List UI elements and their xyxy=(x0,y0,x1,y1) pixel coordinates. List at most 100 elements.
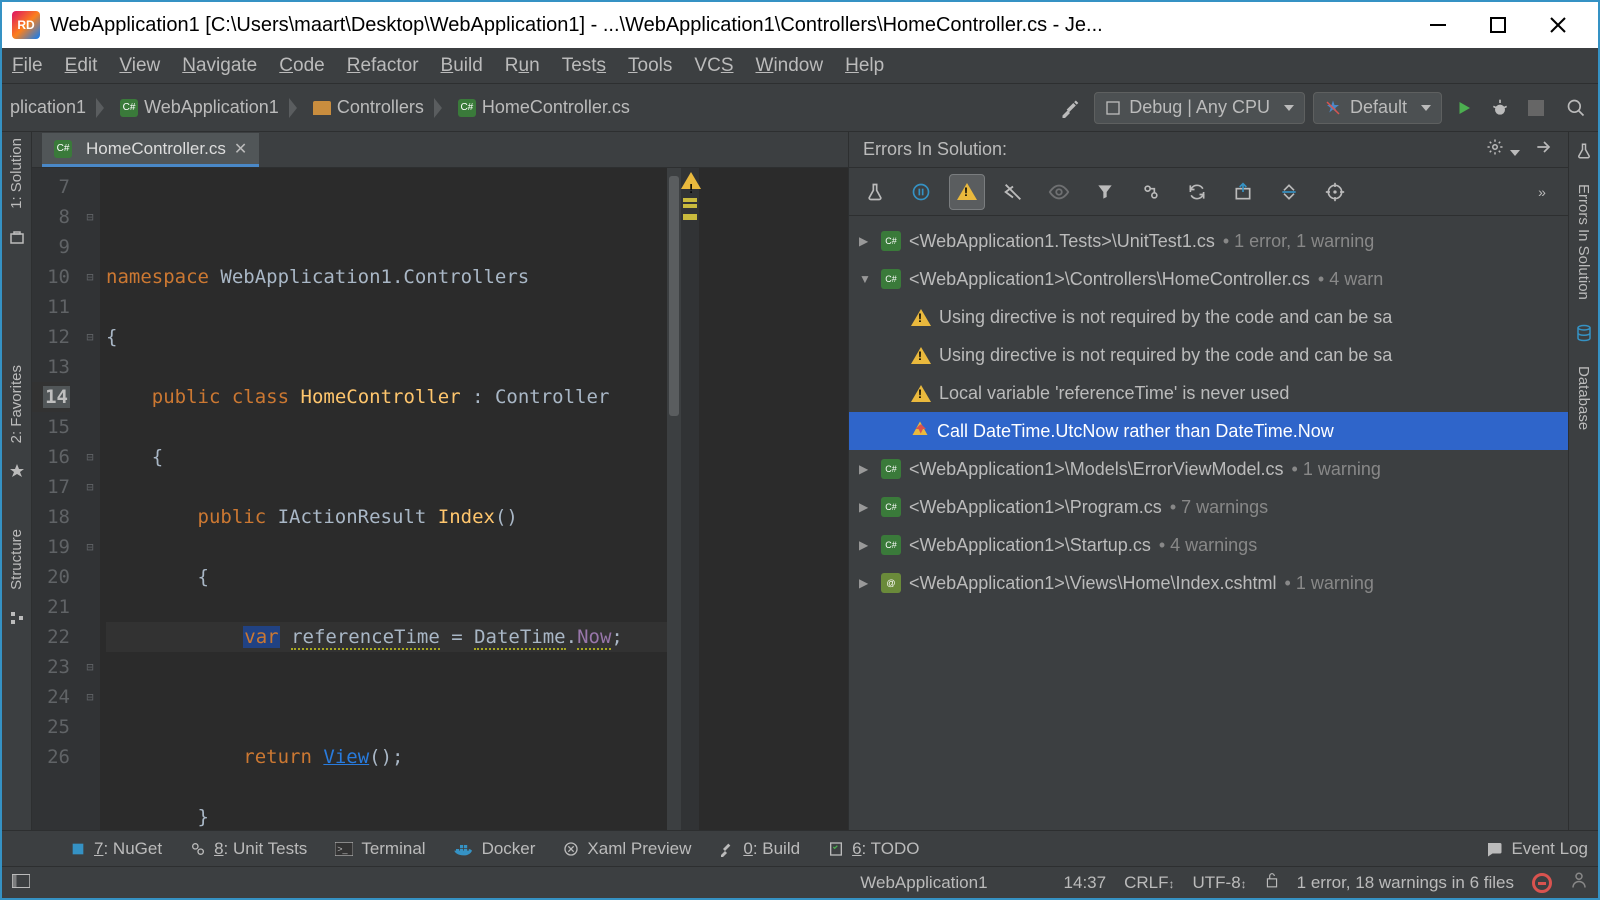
tab-homecontroller[interactable]: C# HomeController.cs ✕ xyxy=(42,133,259,167)
close-button[interactable] xyxy=(1548,15,1568,35)
tool-structure[interactable]: Structure xyxy=(8,529,25,590)
tool-favorites[interactable]: 2: Favorites xyxy=(8,365,25,443)
window-title: WebApplication1 [C:\Users\maart\Desktop\… xyxy=(50,14,1428,37)
tree-file-row[interactable]: ▶C#<WebApplication1.Tests>\UnitTest1.cs … xyxy=(849,222,1568,260)
tab-label: HomeController.cs xyxy=(86,139,226,159)
tool-unit-tests[interactable]: 8: Unit Tests xyxy=(190,839,307,859)
build-config-dropdown[interactable]: Debug | Any CPU xyxy=(1094,92,1305,124)
tool-xaml[interactable]: Xaml Preview xyxy=(563,839,691,859)
errors-panel-header: Errors In Solution: xyxy=(849,132,1568,168)
menu-tools[interactable]: Tools xyxy=(628,55,672,77)
tool-docker[interactable]: Docker xyxy=(454,839,536,859)
stop-button[interactable] xyxy=(1526,98,1546,118)
tree-file-row[interactable]: ▶@<WebApplication1>\Views\Home\Index.csh… xyxy=(849,564,1568,602)
database-icon[interactable] xyxy=(1575,324,1593,342)
errors-tree[interactable]: ▶C#<WebApplication1.Tests>\UnitTest1.cs … xyxy=(849,216,1568,830)
tree-file-row[interactable]: ▶C#<WebApplication1>\Program.cs • 7 warn… xyxy=(849,488,1568,526)
tool-database[interactable]: Database xyxy=(1575,366,1592,430)
folder-icon xyxy=(313,101,331,115)
hide-tools-icon[interactable] xyxy=(12,873,30,893)
tree-warning-row[interactable]: Using directive is not required by the c… xyxy=(849,298,1568,336)
csharp-file-icon: C# xyxy=(881,497,901,517)
tree-warning-row[interactable]: Local variable 'referenceTime' is never … xyxy=(849,374,1568,412)
filter-icon[interactable] xyxy=(1087,174,1123,210)
build-button[interactable] xyxy=(1060,98,1080,118)
editor-scrollbar[interactable] xyxy=(667,168,681,830)
tool-terminal[interactable]: >_Terminal xyxy=(335,839,425,859)
tree-file-row[interactable]: ▶C#<WebApplication1>\Models\ErrorViewMod… xyxy=(849,450,1568,488)
menu-run[interactable]: Run xyxy=(505,55,540,77)
window-titlebar: RD WebApplication1 [C:\Users\maart\Deskt… xyxy=(2,2,1598,48)
collapse-icon[interactable] xyxy=(1271,174,1307,210)
structure-icon xyxy=(9,610,25,626)
menu-refactor[interactable]: Refactor xyxy=(347,55,419,77)
status-project[interactable]: WebApplication1 xyxy=(860,873,987,893)
warning-icon xyxy=(911,347,931,364)
ignore-icon[interactable] xyxy=(995,174,1031,210)
crumb-file[interactable]: C#HomeController.cs xyxy=(450,84,638,131)
run-config-dropdown[interactable]: Default xyxy=(1313,92,1442,124)
crumb-solution[interactable]: C#WebApplication1 xyxy=(112,84,305,131)
target-icon[interactable] xyxy=(1317,174,1353,210)
group-by-icon[interactable] xyxy=(1133,174,1169,210)
eye-icon[interactable] xyxy=(1041,174,1077,210)
tree-file-row[interactable]: ▶C#<WebApplication1>\Startup.cs • 4 warn… xyxy=(849,526,1568,564)
debug-button[interactable] xyxy=(1490,98,1510,118)
menu-help[interactable]: Help xyxy=(845,55,884,77)
errors-toolbar: » xyxy=(849,168,1568,216)
menu-code[interactable]: Code xyxy=(279,55,324,77)
tool-errors[interactable]: Errors In Solution xyxy=(1575,184,1592,300)
tool-event-log[interactable]: Event Log xyxy=(1485,839,1588,859)
crumb-folder[interactable]: Controllers xyxy=(305,84,450,131)
tool-solution[interactable]: 1: Solution xyxy=(8,138,25,209)
briefcase-icon xyxy=(9,229,25,245)
menu-view[interactable]: View xyxy=(119,55,160,77)
inspector-icon[interactable] xyxy=(1570,871,1588,894)
csharp-file-icon: C# xyxy=(881,231,901,251)
line-gutter: 78910111213 14 151617181920212223242526 xyxy=(32,168,80,830)
tree-warning-row-selected[interactable]: Call DateTime.UtcNow rather than DateTim… xyxy=(849,412,1568,450)
pause-icon[interactable] xyxy=(903,174,939,210)
menu-edit[interactable]: Edit xyxy=(65,55,98,77)
run-button[interactable] xyxy=(1454,98,1474,118)
status-encoding[interactable]: UTF-8↕ xyxy=(1192,873,1246,893)
menu-tests[interactable]: Tests xyxy=(562,55,606,77)
search-everywhere-button[interactable] xyxy=(1566,98,1586,118)
tree-warning-row[interactable]: Using directive is not required by the c… xyxy=(849,336,1568,374)
export-icon[interactable] xyxy=(1225,174,1261,210)
menu-file[interactable]: File xyxy=(12,55,43,77)
status-summary[interactable]: 1 error, 18 warnings in 6 files xyxy=(1297,873,1514,893)
warning-filter-button[interactable] xyxy=(949,174,985,210)
errors-panel: Errors In Solution: » ▶C#<WebApplication… xyxy=(848,132,1568,830)
tool-todo[interactable]: 6: TODO xyxy=(828,839,919,859)
project-icon: C# xyxy=(120,99,138,117)
maximize-button[interactable] xyxy=(1488,15,1508,35)
editor-tabs: C# HomeController.cs ✕ xyxy=(32,132,848,168)
code-editor[interactable]: 78910111213 14 151617181920212223242526 … xyxy=(32,168,848,830)
refresh-icon[interactable] xyxy=(1179,174,1215,210)
minimize-button[interactable] xyxy=(1428,15,1448,35)
status-crlf[interactable]: CRLF↕ xyxy=(1124,873,1174,893)
menu-vcs[interactable]: VCS xyxy=(694,55,733,77)
flask-icon[interactable] xyxy=(1575,142,1593,160)
tree-file-row[interactable]: ▼C#<WebApplication1>\Controllers\HomeCon… xyxy=(849,260,1568,298)
tool-nuget[interactable]: 7: NuGet xyxy=(70,839,162,859)
tab-close-button[interactable]: ✕ xyxy=(234,139,247,159)
gear-icon[interactable] xyxy=(1486,138,1520,161)
hide-icon[interactable] xyxy=(1534,137,1554,162)
flask-icon[interactable] xyxy=(857,174,893,210)
menu-window[interactable]: Window xyxy=(756,55,824,77)
code-text[interactable]: namespace WebApplication1.Controllers { … xyxy=(100,168,667,830)
marker-strip[interactable] xyxy=(681,168,699,830)
chevron-down-icon xyxy=(1284,105,1294,111)
menu-build[interactable]: Build xyxy=(441,55,483,77)
main-toolbar: plication1 C#WebApplication1 Controllers… xyxy=(2,84,1598,132)
lock-icon[interactable] xyxy=(1265,872,1279,893)
status-cursor[interactable]: 14:37 xyxy=(1064,873,1107,893)
more-icon[interactable]: » xyxy=(1524,174,1560,210)
pin-warning-icon xyxy=(911,420,929,443)
crumb-project[interactable]: plication1 xyxy=(2,84,112,131)
menu-navigate[interactable]: Navigate xyxy=(182,55,257,77)
error-indicator-icon[interactable] xyxy=(1532,873,1552,893)
tool-build[interactable]: 0: Build xyxy=(719,839,800,859)
